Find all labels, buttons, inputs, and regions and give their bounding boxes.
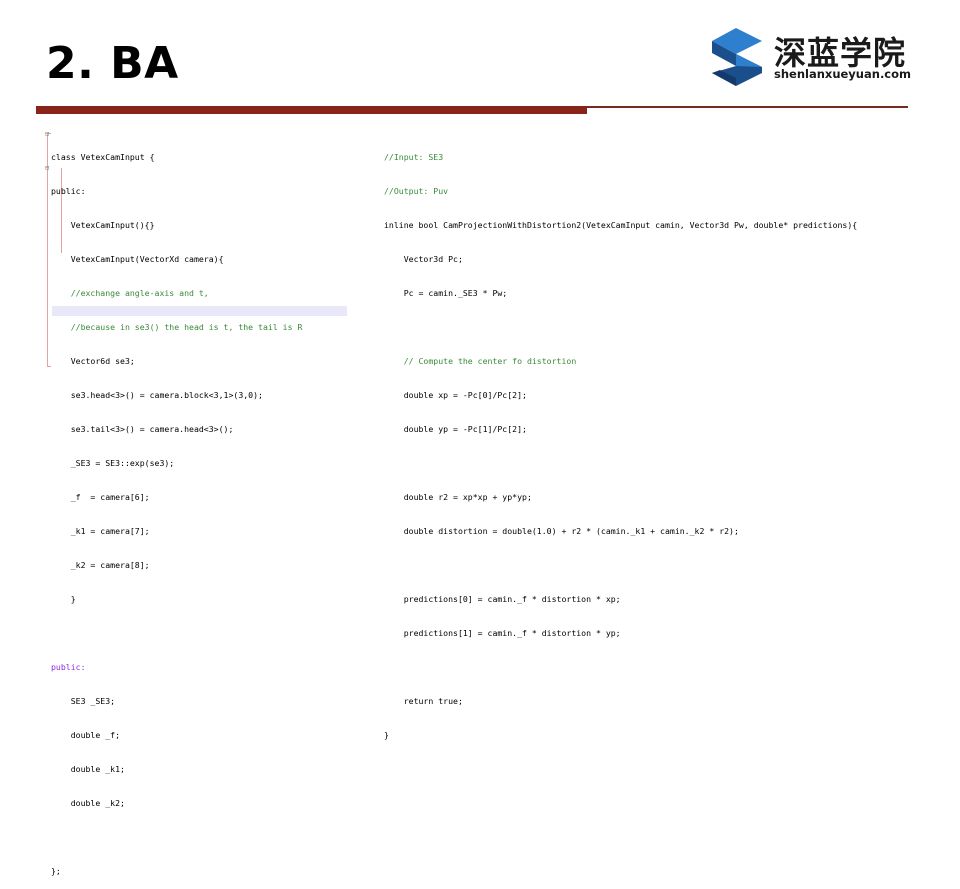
code-line: }; — [51, 866, 61, 877]
code-line: Vector6d se3; — [51, 355, 135, 366]
header-accent-bar — [36, 107, 587, 114]
slide-title: 2. BA — [46, 38, 179, 89]
right-code-block: //Input: SE3 //Output: Puv inline bool C… — [384, 129, 857, 753]
code-line: _SE3 = SE3::exp(se3); — [51, 457, 175, 468]
code-line: double yp = -Pc[1]/Pc[2]; — [384, 423, 527, 434]
code-line: class VetexCamInput { — [51, 151, 155, 162]
code-line: Pc = camin._SE3 * Pw; — [384, 287, 508, 298]
code-line: } — [51, 594, 76, 605]
code-line: double _k1; — [51, 764, 125, 775]
logo-website: shenlanxueyuan.com — [774, 67, 912, 81]
code-line: _k2 = camera[8]; — [51, 560, 150, 571]
code-line: public: — [51, 662, 86, 673]
code-line: VetexCamInput(VectorXd camera){ — [51, 253, 224, 264]
code-line: inline bool CamProjectionWithDistortion2… — [384, 219, 858, 230]
code-line: se3.tail<3>() = camera.head<3>(); — [51, 423, 234, 434]
left-code-block: class VetexCamInput { public: VetexCamIn… — [51, 129, 302, 889]
code-line: double _k2; — [51, 798, 125, 809]
code-line: predictions[1] = camin._f * distortion *… — [384, 628, 621, 639]
code-line: predictions[0] = camin._f * distortion *… — [384, 594, 621, 605]
code-line: VetexCamInput(){} — [51, 219, 155, 230]
code-line: Vector3d Pc; — [384, 253, 463, 264]
code-line: // Compute the center fo distortion — [384, 355, 577, 366]
code-line: double _f; — [51, 730, 121, 741]
code-line: double distortion = double(1.0) + r2 * (… — [384, 526, 739, 537]
code-line: //exchange angle-axis and t, — [51, 287, 209, 298]
code-line: double xp = -Pc[0]/Pc[2]; — [384, 389, 527, 400]
fold-toggle-icon[interactable]: ⊟ — [45, 164, 49, 172]
fold-toggle-icon[interactable]: ⊟ — [45, 130, 49, 138]
code-line: double r2 = xp*xp + yp*yp; — [384, 492, 532, 502]
code-line: //because in se3() the head is t, the ta… — [51, 321, 303, 332]
logo: 深蓝学院 shenlanxueyuan.com — [710, 26, 912, 88]
code-line: public: — [51, 185, 86, 196]
code-line: se3.head<3>() = camera.block<3,1>(3,0); — [51, 389, 263, 400]
code-line: //Input: SE3 — [384, 151, 444, 162]
code-line: SE3 _SE3; — [51, 696, 116, 707]
logo-s-icon — [712, 28, 762, 86]
code-line: _f = camera[6]; — [51, 492, 150, 502]
code-line: } — [384, 730, 389, 741]
code-line: _k1 = camera[7]; — [51, 526, 150, 537]
code-line: //Output: Puv — [384, 185, 449, 196]
code-line: return true; — [384, 696, 463, 707]
